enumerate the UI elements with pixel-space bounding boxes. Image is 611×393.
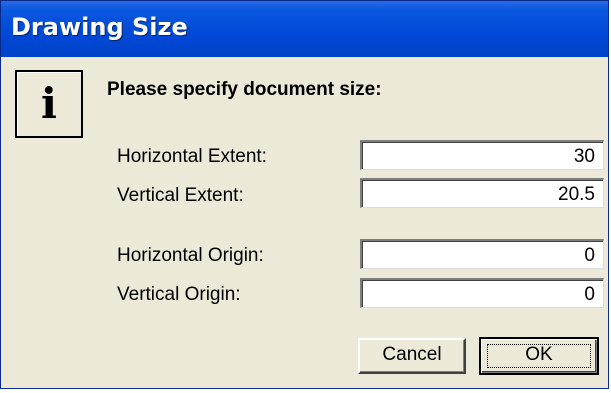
drawing-size-dialog: Drawing Size i Please specify document s… <box>0 0 609 389</box>
horizontal-extent-label: Horizontal Extent: <box>117 146 267 167</box>
info-icon: i <box>15 70 83 138</box>
dialog-title: Drawing Size <box>11 13 188 41</box>
vertical-origin-label: Vertical Origin: <box>117 284 241 305</box>
ok-button-label: OK <box>525 344 553 365</box>
vertical-extent-label: Vertical Extent: <box>117 185 244 206</box>
horizontal-origin-input[interactable] <box>360 239 604 269</box>
ok-button[interactable]: OK <box>479 337 599 375</box>
vertical-origin-input[interactable] <box>360 278 604 308</box>
horizontal-extent-input[interactable] <box>360 140 604 170</box>
title-bar[interactable]: Drawing Size <box>1 1 608 57</box>
horizontal-origin-label: Horizontal Origin: <box>117 245 264 266</box>
dialog-heading: Please specify document size: <box>107 79 382 100</box>
vertical-extent-input[interactable] <box>360 178 604 208</box>
cancel-button[interactable]: Cancel <box>358 338 466 374</box>
info-icon-glyph: i <box>41 79 57 128</box>
